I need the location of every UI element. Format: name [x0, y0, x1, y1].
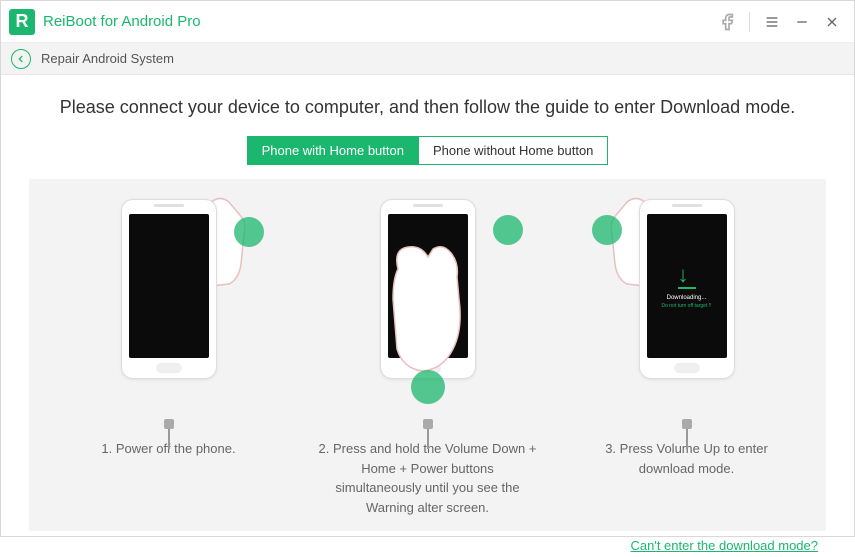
tab-bar: Phone with Home button Phone without Hom… [29, 136, 826, 165]
touch-indicator [411, 370, 445, 404]
title-bar: R ReiBoot for Android Pro [1, 1, 854, 43]
downloading-warning: Do not turn off target !! [662, 303, 712, 309]
cant-enter-link[interactable]: Can't enter the download mode? [631, 538, 819, 553]
content-area: Please connect your device to computer, … [1, 75, 854, 536]
downloading-label: Downloading... [667, 295, 707, 301]
minimize-icon[interactable] [788, 8, 816, 36]
footer: Can't enter the download mode? [29, 531, 826, 557]
touch-indicator [234, 217, 264, 247]
download-arrow-icon: ↓ [678, 264, 696, 289]
divider [749, 12, 750, 32]
close-icon[interactable] [818, 8, 846, 36]
app-title: ReiBoot for Android Pro [43, 13, 713, 30]
phone-icon: ↓ Downloading... Do not turn off target … [639, 199, 735, 379]
step-1: 1. Power off the phone. [49, 199, 289, 459]
touch-indicator [493, 215, 523, 245]
tab-no-home-button[interactable]: Phone without Home button [418, 136, 608, 165]
step-2-illustration [348, 199, 508, 419]
step-3: ↓ Downloading... Do not turn off target … [567, 199, 807, 478]
step-1-illustration [89, 199, 249, 419]
touch-indicator [592, 215, 622, 245]
cable-icon [682, 419, 692, 449]
headline: Please connect your device to computer, … [29, 97, 826, 118]
sub-bar: Repair Android System [1, 43, 854, 75]
back-button[interactable] [11, 49, 31, 69]
guide-panel: 1. Power off the phone. 2. Press and hol… [29, 179, 826, 531]
menu-icon[interactable] [758, 8, 786, 36]
page-title: Repair Android System [41, 51, 174, 66]
hand-icon [383, 239, 473, 379]
step-3-illustration: ↓ Downloading... Do not turn off target … [607, 199, 767, 419]
step-2: 2. Press and hold the Volume Down + Home… [308, 199, 548, 517]
app-logo: R [9, 9, 35, 35]
cable-icon [423, 419, 433, 449]
phone-icon [121, 199, 217, 379]
step-2-caption: 2. Press and hold the Volume Down + Home… [318, 439, 538, 517]
facebook-icon[interactable] [715, 8, 743, 36]
tab-home-button[interactable]: Phone with Home button [247, 136, 418, 165]
cable-icon [164, 419, 174, 449]
